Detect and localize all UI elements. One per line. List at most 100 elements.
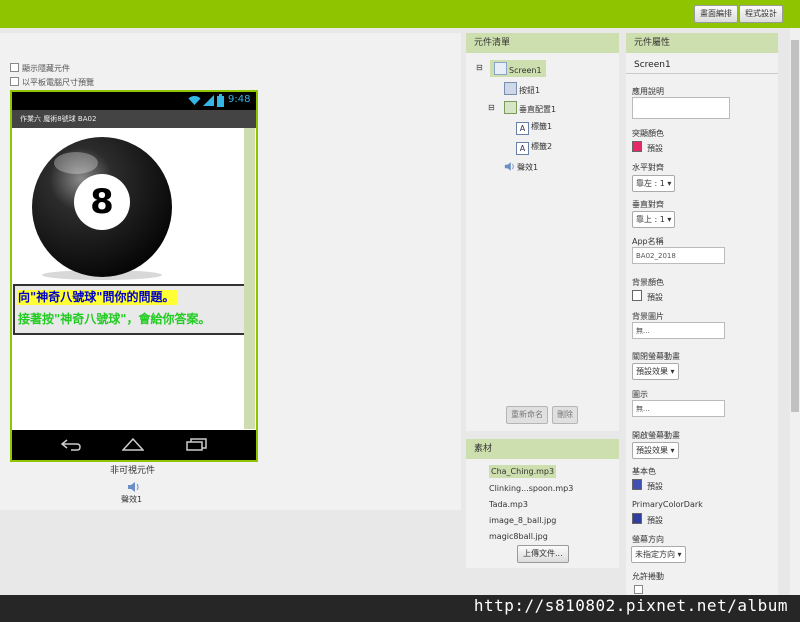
select-value: 靠左 : 1 xyxy=(636,179,665,188)
button-icon xyxy=(504,82,517,95)
close-animation-label: 關閉螢幕動畫 xyxy=(632,352,680,361)
primary-color-dark-picker[interactable]: 預設 xyxy=(632,513,663,526)
watermark-bar: http://s810802.pixnet.net/album xyxy=(0,595,800,622)
tree-item-label2[interactable]: A 標籤2 xyxy=(516,141,552,155)
media-file-item[interactable]: image_8_ball.jpg xyxy=(489,516,556,525)
nonvisible-sound-label: 聲效1 xyxy=(121,495,143,504)
select-value: 預設效果 xyxy=(636,367,668,376)
select-value: 未指定方向 xyxy=(635,550,675,559)
tree-item-vertical-arrangement1[interactable]: 垂直配置1 xyxy=(504,101,556,115)
background-color-picker[interactable]: 預設 xyxy=(632,290,663,303)
sound-icon xyxy=(504,162,514,171)
dropdown-arrow-icon: ▾ xyxy=(667,179,672,188)
properties-header: 元件屬性 xyxy=(626,33,778,53)
tree-item-label: 垂直配置1 xyxy=(519,105,557,114)
arrangement-icon xyxy=(504,101,517,114)
checkbox-box[interactable] xyxy=(634,585,643,594)
media-file-item[interactable]: Clinking...spoon.mp3 xyxy=(489,484,573,493)
app-name-input[interactable]: BA02_2018 xyxy=(632,247,725,264)
scrollbar-thumb[interactable] xyxy=(791,40,799,412)
primary-color-dark-value: 預設 xyxy=(647,516,663,525)
color-swatch xyxy=(632,290,642,301)
background-image-picker[interactable]: 無... xyxy=(632,322,725,339)
screen-scrollbar[interactable] xyxy=(244,128,255,429)
back-icon[interactable] xyxy=(60,439,82,451)
designer-button[interactable]: 畫面編排 xyxy=(694,5,738,23)
screen-orientation-label: 螢幕方向 xyxy=(632,535,664,544)
eight-ball-button[interactable]: 8 xyxy=(14,130,194,280)
dropdown-arrow-icon: ▾ xyxy=(670,446,675,455)
primary-color-picker[interactable]: 預設 xyxy=(632,479,663,492)
about-screen-textarea[interactable] xyxy=(632,97,730,119)
rename-button[interactable]: 重新命名 xyxy=(506,406,548,424)
collapse-screen-icon[interactable]: ⊟ xyxy=(476,63,483,72)
tablet-preview-label: 以平板電腦尺寸預覽 xyxy=(22,78,94,87)
media-file-item[interactable]: Tada.mp3 xyxy=(489,500,528,509)
about-screen-label: 應用說明 xyxy=(632,87,664,96)
media-header: 素材 xyxy=(466,439,619,459)
checkbox-box[interactable] xyxy=(10,77,19,86)
align-vertical-label: 垂直對齊 xyxy=(632,200,664,209)
tree-item-label: 按鈕1 xyxy=(519,86,541,95)
tree-item-label1[interactable]: A 標籤1 xyxy=(516,121,552,135)
viewer-panel: 顯示隱藏元件 以平板電腦尺寸預覽 9:48 作業六 魔術8號球 BA02 8 向… xyxy=(0,33,461,510)
color-swatch xyxy=(632,513,642,524)
components-header: 元件清單 xyxy=(466,33,619,53)
primary-color-value: 預設 xyxy=(647,482,663,491)
open-animation-label: 開啟螢幕動畫 xyxy=(632,431,680,440)
show-hidden-checkbox[interactable]: 顯示隱藏元件 xyxy=(10,63,70,74)
app-title-bar: 作業六 魔術8號球 BA02 xyxy=(12,110,256,128)
eight-ball-number: 8 xyxy=(90,182,114,222)
color-swatch xyxy=(632,141,642,152)
close-animation-select[interactable]: 預設效果 ▾ xyxy=(632,363,679,380)
screen-icon xyxy=(494,62,507,75)
open-animation-select[interactable]: 預設效果 ▾ xyxy=(632,442,679,459)
primary-color-label: 基本色 xyxy=(632,467,656,476)
media-file-item[interactable]: magic8ball.jpg xyxy=(489,532,548,541)
nav-bar xyxy=(12,430,256,460)
page-scrollbar[interactable] xyxy=(790,28,800,595)
app-name-label: App名稱 xyxy=(632,237,664,246)
watermark-text: http://s810802.pixnet.net/album xyxy=(473,596,788,615)
screen-orientation-select[interactable]: 未指定方向 ▾ xyxy=(631,546,686,563)
properties-panel: 元件屬性 Screen1 應用說明 突顯顏色 預設 水平對齊 靠左 : 1 ▾ … xyxy=(626,33,778,595)
label-icon: A xyxy=(516,142,529,155)
align-vertical-select[interactable]: 靠上 : 1 ▾ xyxy=(632,211,676,228)
tablet-preview-checkbox[interactable]: 以平板電腦尺寸預覽 xyxy=(10,77,94,88)
battery-icon xyxy=(217,94,224,107)
signal-icon xyxy=(203,95,214,106)
align-horizontal-label: 水平對齊 xyxy=(632,163,664,172)
recent-apps-icon[interactable] xyxy=(186,438,208,451)
media-panel: 素材 Cha_Ching.mp3 Clinking...spoon.mp3 Ta… xyxy=(466,439,619,568)
icon-label: 圖示 xyxy=(632,390,648,399)
home-icon[interactable] xyxy=(122,438,144,451)
media-file-item[interactable]: Cha_Ching.mp3 xyxy=(489,465,557,478)
align-horizontal-select[interactable]: 靠左 : 1 ▾ xyxy=(632,175,676,192)
blocks-button[interactable]: 程式設計 xyxy=(739,5,783,23)
dropdown-arrow-icon: ▾ xyxy=(667,215,672,224)
tree-item-screen1[interactable]: Screen1 xyxy=(490,60,546,77)
delete-button[interactable]: 刪除 xyxy=(552,406,578,424)
tree-item-sound1[interactable]: 聲效1 xyxy=(504,161,538,173)
top-toolbar: 畫面編排 程式設計 xyxy=(0,0,800,28)
tree-item-button1[interactable]: 按鈕1 xyxy=(504,82,540,96)
select-value: 靠上 : 1 xyxy=(636,215,665,224)
accent-color-picker[interactable]: 預設 xyxy=(632,141,663,154)
wifi-icon xyxy=(188,96,201,105)
tree-item-label: 標籤2 xyxy=(531,142,553,151)
checkbox-box[interactable] xyxy=(10,63,19,72)
background-image-label: 背景圖片 xyxy=(632,312,664,321)
eight-ball-image: 8 xyxy=(32,137,172,280)
tree-item-label: 聲效1 xyxy=(517,163,539,172)
tree-item-label: Screen1 xyxy=(509,66,542,75)
accent-color-value: 預設 xyxy=(647,144,663,153)
vertical-arrangement: 向"神奇八號球"問你的問題。 接著按"神奇八號球"，會給你答案。 xyxy=(13,284,246,335)
label-1: 向"神奇八號球"問你的問題。 xyxy=(17,290,178,305)
icon-picker[interactable]: 無... xyxy=(632,400,725,417)
phone-preview: 9:48 作業六 魔術8號球 BA02 8 向"神奇八號球"問你的問題。 接著按… xyxy=(10,90,258,462)
sound-icon xyxy=(128,482,139,492)
scrollable-label: 允許捲動 xyxy=(632,572,664,581)
upload-file-button[interactable]: 上傳文件... xyxy=(517,545,569,563)
label-icon: A xyxy=(516,122,529,135)
collapse-arrangement-icon[interactable]: ⊟ xyxy=(488,103,495,112)
